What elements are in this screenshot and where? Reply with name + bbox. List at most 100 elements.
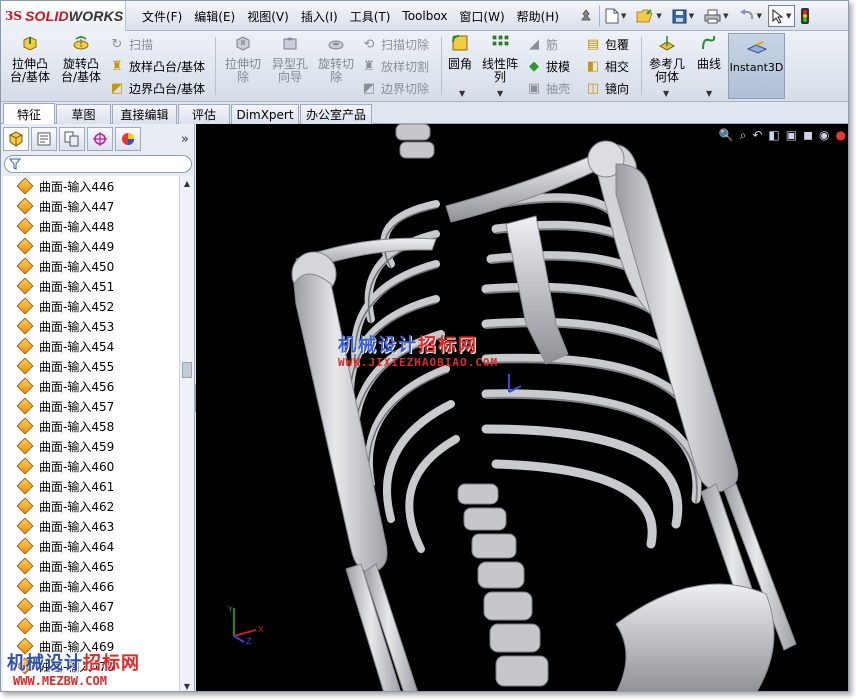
section-view-icon[interactable]: ◧ [768,128,779,142]
scroll-down-arrow-icon[interactable]: ▼ [180,679,194,691]
print-icon[interactable]: ▼ [700,5,732,27]
chevron-down-icon[interactable]: ▼ [689,12,694,20]
mirror-button[interactable]: ◫ 镜向 [584,79,629,98]
tree-item-surface-import[interactable]: 曲面-输入464 [3,536,179,556]
previous-view-icon[interactable]: ↶ [752,128,762,142]
boundary-cut-button[interactable]: ◩ 边界切除 [360,79,429,98]
tree-item-surface-import[interactable]: 曲面-输入456 [3,376,179,396]
lofted-cut-button[interactable]: ♜ 放样切割 [360,57,429,76]
solidworks-logo[interactable]: 3S SOLIDWORKS [1,1,126,31]
hide-show-items-icon[interactable]: ◉ [819,128,829,142]
feature-manager-icon[interactable] [3,127,29,151]
swept-cut-button[interactable]: ⟲ 扫描切除 [360,35,429,54]
menu-file[interactable]: 文件(F) [136,8,188,25]
view-orientation-icon[interactable]: ▣ [786,128,797,142]
tree-item-surface-import[interactable]: 曲面-输入463 [3,516,179,536]
curves-button[interactable]: 曲线 [693,34,725,71]
tree-item-surface-import[interactable]: 曲面-输入447 [3,196,179,216]
tab-features[interactable]: 特征 [3,103,55,125]
tab-office-products[interactable]: 办公室产品 [300,104,372,124]
chevron-down-icon[interactable]: ▼ [723,12,728,20]
scroll-thumb[interactable] [182,362,192,378]
draft-button[interactable]: ◆ 拔模 [525,57,570,76]
menu-edit[interactable]: 编辑(E) [188,8,241,25]
tree-item-surface-import[interactable]: 曲面-输入453 [3,316,179,336]
tree-item-surface-import[interactable]: 曲面-输入465 [3,556,179,576]
scroll-up-arrow-icon[interactable]: ▲ [180,176,194,190]
property-manager-icon[interactable] [31,127,57,151]
ref-geometry-dropdown-icon[interactable]: ▼ [663,89,669,98]
chevron-down-icon[interactable]: ▼ [757,12,762,20]
tree-item-surface-import[interactable]: 曲面-输入460 [3,456,179,476]
tree-item-surface-import[interactable]: 曲面-输入452 [3,296,179,316]
tree-item-surface-import[interactable]: 曲面-输入468 [3,616,179,636]
fillet-button[interactable]: 圆角 [445,34,475,71]
undo-icon[interactable]: ▼ [735,5,766,27]
reference-geometry-button[interactable]: 参考几 何体 [646,34,688,84]
loft-boss-button[interactable]: ♜ 放样凸台/基体 [108,57,205,76]
intersect-button[interactable]: ◧ 相交 [584,57,629,76]
tab-direct-editing[interactable]: 直接编辑 [112,104,177,124]
display-manager-icon[interactable] [115,127,141,151]
zoom-to-area-icon[interactable]: ⌕ [740,128,747,143]
tree-item-surface-import[interactable]: 曲面-输入467 [3,596,179,616]
sweep-button[interactable]: ↻ 扫描 [108,35,205,54]
shell-button[interactable]: ▣ 抽壳 [525,79,570,98]
tab-sketch[interactable]: 草图 [56,104,111,124]
menu-insert[interactable]: 插入(I) [295,8,344,25]
extrude-boss-button[interactable]: 拉伸凸 台/基体 [7,34,53,84]
menu-toolbox[interactable]: Toolbox [396,9,453,23]
tree-item-surface-import[interactable]: 曲面-输入449 [3,236,179,256]
configuration-manager-icon[interactable] [59,127,85,151]
menu-view[interactable]: 视图(V) [241,8,295,25]
open-folder-icon[interactable]: ▼ [632,5,665,27]
tree-item-surface-import[interactable]: 曲面-输入457 [3,396,179,416]
tree-filter-input[interactable] [4,155,192,173]
boundary-boss-button[interactable]: ◩ 边界凸台/基体 [108,79,205,98]
fillet-dropdown-icon[interactable]: ▼ [459,89,465,98]
extrude-cut-button[interactable]: 拉伸切 除 [221,34,265,84]
hole-wizard-button[interactable]: 异型孔 向导 [267,34,313,84]
pin-icon[interactable] [575,5,597,27]
menu-help[interactable]: 帮助(H) [511,8,565,25]
pattern-dropdown-icon[interactable]: ▼ [497,89,503,98]
curves-label: 曲线 [696,57,721,71]
wrap-button[interactable]: ▤ 包覆 [584,35,629,54]
tree-item-surface-import[interactable]: 曲面-输入451 [3,276,179,296]
edit-appearance-icon[interactable]: ● [836,128,846,142]
rebuild-traffic-light-icon[interactable] [797,5,813,27]
tree-item-surface-import[interactable]: 曲面-输入458 [3,416,179,436]
revolve-boss-button[interactable]: 旋转凸 台/基体 [57,34,105,84]
new-document-icon[interactable]: ▼ [599,5,630,27]
tree-item-surface-import[interactable]: 曲面-输入459 [3,436,179,456]
display-style-icon[interactable]: ◼ [803,128,813,142]
tree-item-surface-import[interactable]: 曲面-输入448 [3,216,179,236]
tree-item-surface-import[interactable]: 曲面-输入462 [3,496,179,516]
tree-item-surface-import[interactable]: 曲面-输入450 [3,256,179,276]
chevron-down-icon[interactable]: ▼ [656,12,661,20]
chevron-down-icon[interactable]: ▼ [786,12,791,20]
menu-tools[interactable]: 工具(T) [344,8,397,25]
dimxpert-manager-icon[interactable] [87,127,113,151]
main-menu: 文件(F) 编辑(E) 视图(V) 插入(I) 工具(T) Toolbox 窗口… [136,1,565,31]
chevron-down-icon[interactable]: ▼ [621,12,626,20]
select-pointer-icon[interactable]: ▼ [767,5,796,27]
graphics-area[interactable]: 🔍 ⌕ ↶ ◧ ▣ ◼ ◉ ● 机械设计招标网 WWW.JIXIEZHAOBIA… [196,124,848,691]
save-icon[interactable]: ▼ [668,5,698,27]
instant3d-button[interactable]: Instant3D [728,33,785,99]
menu-window[interactable]: 窗口(W) [453,8,510,25]
linear-pattern-button[interactable]: 线性阵 列 [480,34,520,84]
revolve-cut-button[interactable]: 旋转切 除 [315,34,357,84]
panel-more-icon[interactable]: » [181,132,189,147]
tree-item-surface-import[interactable]: 曲面-输入455 [3,356,179,376]
tree-item-surface-import[interactable]: 曲面-输入461 [3,476,179,496]
tab-evaluate[interactable]: 评估 [178,104,230,124]
tree-item-surface-import[interactable]: 曲面-输入446 [3,176,179,196]
tree-scrollbar[interactable]: ▲ ▼ [179,176,194,691]
rib-button[interactable]: ◢ 筋 [525,35,570,54]
curves-dropdown-icon[interactable]: ▼ [706,89,712,98]
zoom-to-fit-icon[interactable]: 🔍 [719,128,734,142]
tree-item-surface-import[interactable]: 曲面-输入454 [3,336,179,356]
tab-dimxpert[interactable]: DimXpert [231,104,299,124]
tree-item-surface-import[interactable]: 曲面-输入466 [3,576,179,596]
